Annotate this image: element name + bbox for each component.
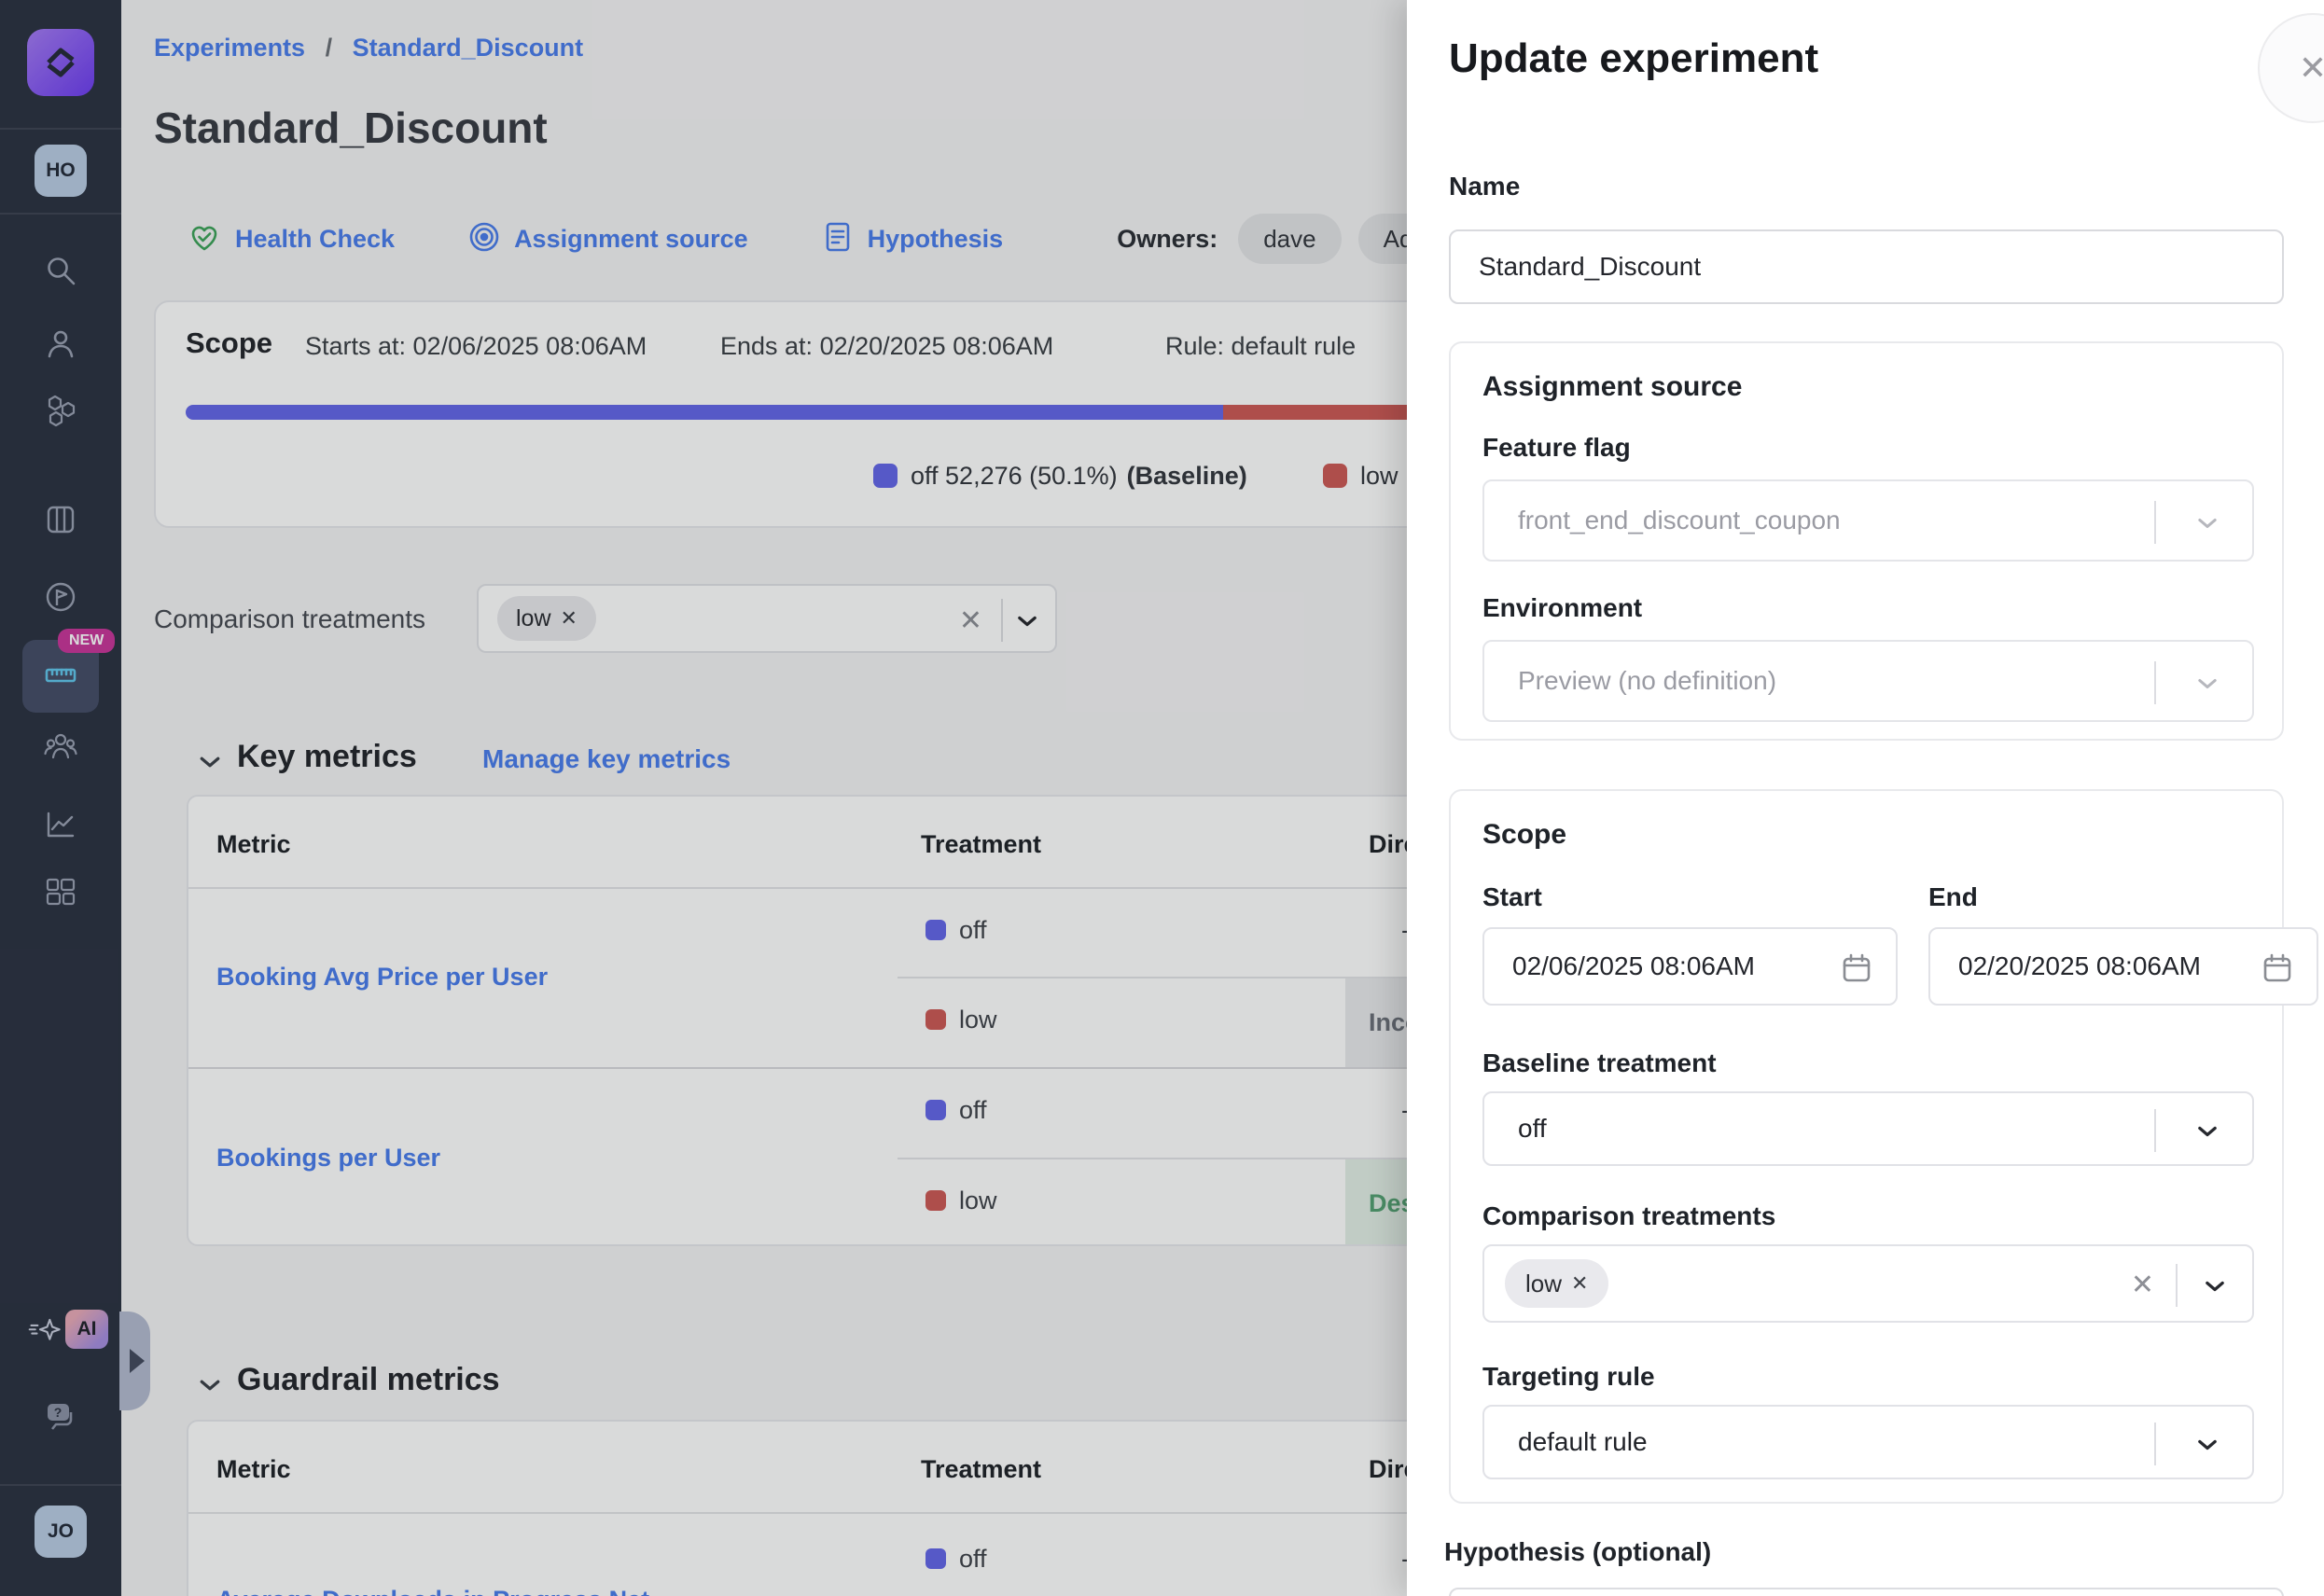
end-date-value: 02/20/2025 08:06AM (1958, 951, 2201, 981)
chevron-down-icon[interactable] (2194, 1118, 2220, 1145)
treatment-chip-label: low (1525, 1270, 1562, 1298)
chip-remove-icon[interactable]: ✕ (1571, 1271, 1588, 1296)
name-input-value: Standard_Discount (1479, 252, 1701, 282)
start-date-input[interactable]: 02/06/2025 08:06AM (1482, 927, 1898, 1006)
drawer-scope-card: Scope Start End 02/06/2025 08:06AM 02/20… (1449, 789, 2284, 1504)
treatment-chip-low[interactable]: low ✕ (1505, 1259, 1608, 1308)
end-date-input[interactable]: 02/20/2025 08:06AM (1928, 927, 2318, 1006)
baseline-treatment-select[interactable]: off (1482, 1091, 2254, 1166)
close-icon: ✕ (2299, 49, 2324, 88)
baseline-treatment-label: Baseline treatment (1482, 1048, 1717, 1078)
chevron-down-icon (2194, 671, 2220, 697)
drawer-title: Update experiment (1449, 35, 1818, 82)
baseline-treatment-value: off (1518, 1114, 1547, 1144)
start-label: Start (1482, 882, 1542, 912)
select-divider (2154, 661, 2156, 704)
drawer-comparison-select[interactable]: low ✕ ✕ (1482, 1244, 2254, 1323)
feature-flag-value: front_end_discount_coupon (1518, 506, 1841, 535)
chevron-down-icon (2194, 510, 2220, 536)
chevron-down-icon[interactable] (2194, 1432, 2220, 1458)
feature-flag-select[interactable]: front_end_discount_coupon (1482, 479, 2254, 562)
chevron-down-icon[interactable] (2202, 1273, 2228, 1299)
drawer-scope-title: Scope (1482, 819, 1566, 851)
environment-value: Preview (no definition) (1518, 666, 1776, 696)
name-input[interactable]: Standard_Discount (1449, 229, 2284, 304)
targeting-rule-label: Targeting rule (1482, 1362, 1655, 1392)
update-experiment-drawer: ✕ Update experiment Name Standard_Discou… (1407, 0, 2324, 1596)
app-root: HO (0, 0, 2324, 1596)
hypothesis-label: Hypothesis (optional) (1444, 1537, 1711, 1567)
assignment-source-title: Assignment source (1482, 371, 1742, 403)
select-divider (2154, 501, 2156, 544)
environment-select[interactable]: Preview (no definition) (1482, 640, 2254, 722)
feature-flag-label: Feature flag (1482, 433, 1631, 463)
calendar-icon[interactable] (1840, 951, 1873, 985)
targeting-rule-select[interactable]: default rule (1482, 1405, 2254, 1479)
start-date-value: 02/06/2025 08:06AM (1512, 951, 1755, 981)
close-button[interactable]: ✕ (2258, 13, 2324, 123)
select-divider (2176, 1264, 2178, 1307)
hypothesis-textarea[interactable] (1449, 1588, 2284, 1596)
assignment-source-card: Assignment source Feature flag front_end… (1449, 341, 2284, 741)
chevron-right-icon (130, 1349, 145, 1373)
calendar-icon[interactable] (2261, 951, 2294, 985)
drawer-comparison-label: Comparison treatments (1482, 1201, 1775, 1231)
select-divider (2154, 1423, 2156, 1465)
end-label: End (1928, 882, 1978, 912)
modal-overlay[interactable] (0, 0, 1407, 1596)
clear-icon[interactable]: ✕ (2131, 1269, 2154, 1301)
name-label: Name (1449, 172, 1520, 201)
environment-label: Environment (1482, 593, 1642, 623)
targeting-rule-value: default rule (1518, 1427, 1648, 1457)
sidebar-expand-handle[interactable] (119, 1311, 150, 1410)
select-divider (2154, 1109, 2156, 1152)
